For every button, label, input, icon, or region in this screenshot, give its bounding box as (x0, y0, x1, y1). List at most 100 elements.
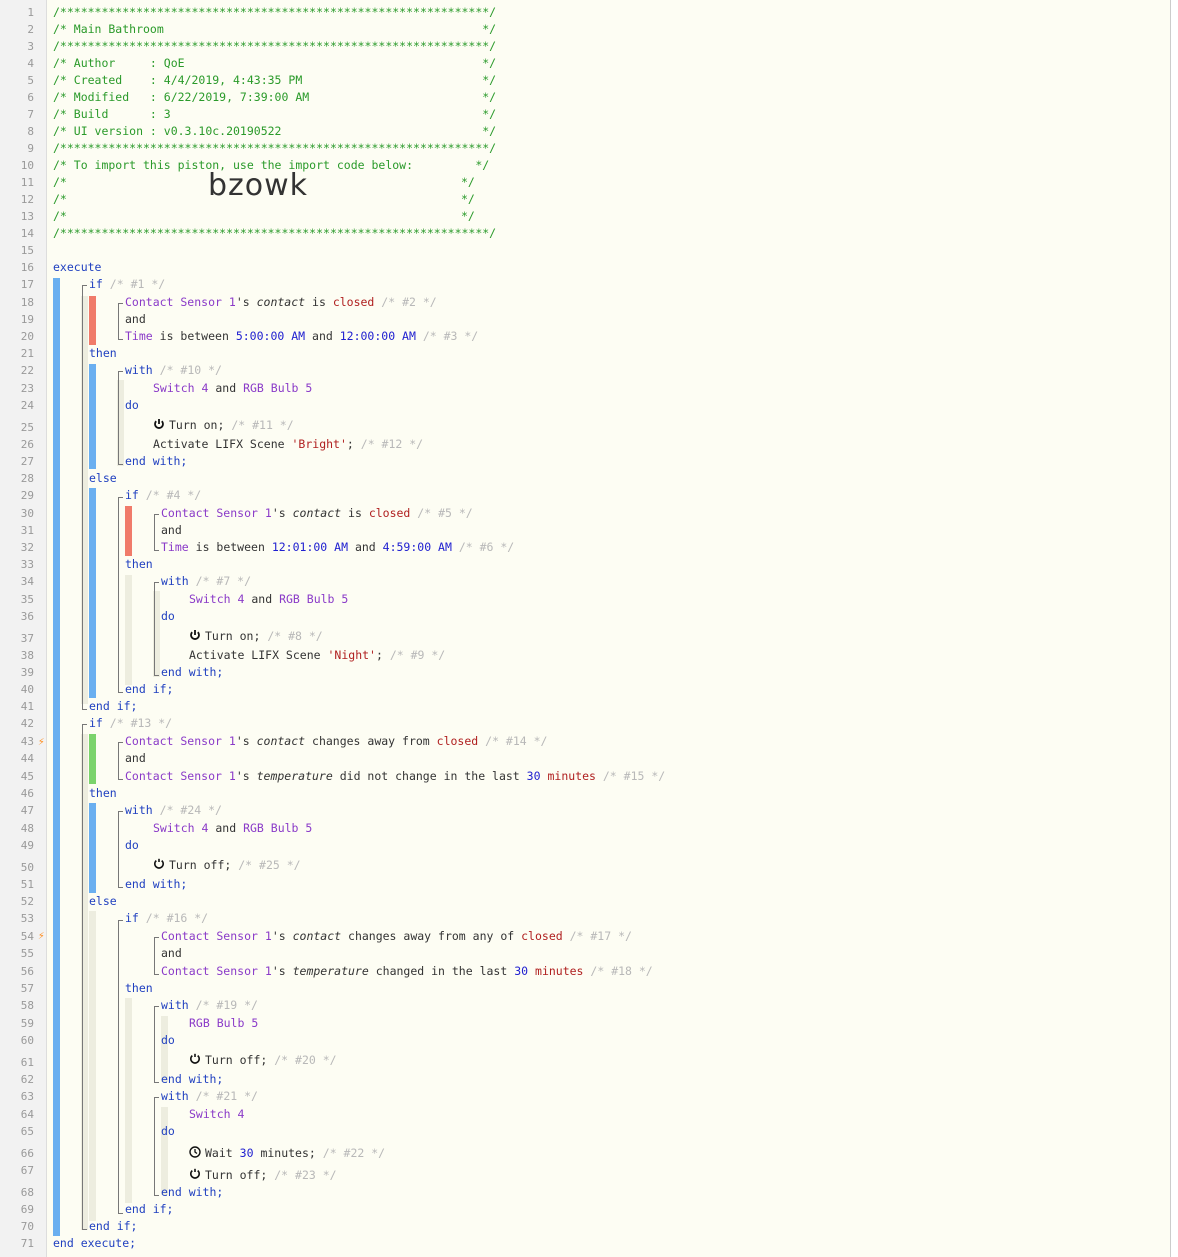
if-statement-13[interactable]: if /* #13 */ (89, 715, 172, 732)
do-keyword[interactable]: do (125, 837, 139, 854)
and-operator[interactable]: and (125, 750, 146, 767)
device-name: Switch (153, 821, 195, 835)
statement-id: /* #1 */ (109, 277, 166, 291)
do-keyword[interactable]: do (161, 1032, 175, 1049)
end-with-keyword[interactable]: end with; (161, 1184, 223, 1201)
possessive: 's (271, 506, 286, 520)
then-keyword[interactable]: then (89, 785, 117, 802)
end-execute-keyword[interactable]: end execute; (53, 1235, 136, 1252)
with-statement-24[interactable]: with /* #24 */ (125, 802, 222, 819)
device-name: Contact Sensor (125, 295, 222, 309)
device-list[interactable]: Switch 4 (189, 1106, 244, 1123)
do-keyword[interactable]: do (161, 608, 175, 625)
possessive: 's (235, 734, 250, 748)
if-keyword: if (125, 488, 139, 502)
end-with-keyword[interactable]: end with; (125, 876, 187, 893)
device-list[interactable]: RGB Bulb 5 (189, 1015, 258, 1032)
operator: changed in the last (375, 964, 508, 978)
end-if-keyword[interactable]: end if; (89, 1218, 137, 1235)
header-created: /* Created : 4/4/2019, 4:43:35 PM */ (53, 73, 497, 87)
task-8[interactable]: Turn on; /* #8 */ (189, 628, 323, 645)
end-with-keyword[interactable]: end with; (161, 1071, 223, 1088)
power-off-icon (190, 1053, 200, 1064)
header-ui-version: /* UI version : v0.3.10c.20190522 */ (53, 124, 497, 138)
condition-2[interactable]: Contact Sensor 1's contact is closed /* … (125, 294, 437, 311)
with-keyword: with (125, 803, 153, 817)
execute-keyword[interactable]: execute (53, 259, 101, 276)
task-25[interactable]: Turn off; /* #25 */ (153, 857, 301, 874)
statement-id: /* #11 */ (231, 418, 294, 432)
and-operator[interactable]: and (125, 311, 146, 328)
device-name: Contact Sensor (161, 506, 258, 520)
task-11[interactable]: Turn on; /* #11 */ (153, 417, 294, 434)
condition-14[interactable]: Contact Sensor 1's contact changes away … (125, 733, 547, 750)
condition-5[interactable]: Contact Sensor 1's contact is closed /* … (161, 505, 473, 522)
else-keyword[interactable]: else (89, 470, 117, 487)
value: closed (436, 734, 479, 748)
do-keyword[interactable]: do (125, 397, 139, 414)
comment-open: /* (53, 209, 67, 223)
end-with-keyword[interactable]: end with; (161, 664, 223, 681)
semicolon: ; (346, 437, 354, 451)
device-name: Switch (189, 1107, 231, 1121)
duration-value: 30 (239, 1146, 254, 1160)
condition-17[interactable]: Contact Sensor 1's contact changes away … (161, 928, 632, 945)
if-statement-1[interactable]: if /* #1 */ (89, 276, 165, 293)
operator: is (312, 295, 326, 309)
piston-editor: 1 2 3 4 5 6 7 8 9 10 11 12 13 14 15 16 17 18 19 20 21 22 23 24 2… (0, 0, 1171, 1257)
with-statement-7[interactable]: with /* #7 */ (161, 573, 251, 590)
with-statement-10[interactable]: with /* #10 */ (125, 362, 222, 379)
value: closed (368, 506, 411, 520)
header-line: /***************************************… (53, 5, 497, 19)
statement-id: /* #3 */ (422, 329, 479, 343)
statement-id: /* #6 */ (458, 540, 515, 554)
condition-15[interactable]: Contact Sensor 1's temperature did not c… (125, 768, 665, 785)
possessive: 's (271, 964, 286, 978)
task-23[interactable]: Turn off; /* #23 */ (189, 1167, 337, 1184)
if-statement-16[interactable]: if /* #16 */ (125, 910, 208, 927)
device-list[interactable]: Switch 4 and RGB Bulb 5 (189, 591, 348, 608)
do-keyword[interactable]: do (161, 1123, 175, 1140)
if-statement-4[interactable]: if /* #4 */ (125, 487, 201, 504)
end-if-keyword[interactable]: end if; (125, 1201, 173, 1218)
statement-id: /* #17 */ (569, 929, 632, 943)
device-list[interactable]: Switch 4 and RGB Bulb 5 (153, 380, 312, 397)
condition-18[interactable]: Contact Sensor 1's temperature changed i… (161, 963, 653, 980)
task-22[interactable]: Wait 30 minutes; /* #22 */ (189, 1145, 385, 1162)
time-keyword: Time (161, 540, 189, 554)
duration-unit: minutes (547, 769, 596, 783)
then-keyword[interactable]: then (125, 980, 153, 997)
end-if-keyword[interactable]: end if; (125, 681, 173, 698)
device-list[interactable]: Switch 4 and RGB Bulb 5 (153, 820, 312, 837)
import-code[interactable]: bzowk (208, 168, 308, 203)
then-keyword[interactable]: then (89, 345, 117, 362)
power-off-icon (190, 1168, 200, 1179)
device-name: RGB Bulb (243, 821, 299, 835)
with-statement-21[interactable]: with /* #21 */ (161, 1088, 258, 1105)
and-operator[interactable]: and (161, 945, 182, 962)
task-20[interactable]: Turn off; /* #20 */ (189, 1052, 337, 1069)
attribute: temperature (292, 964, 369, 978)
condition-3[interactable]: Time is between 5:00:00 AM and 12:00:00 … (125, 328, 478, 345)
else-keyword[interactable]: else (89, 893, 117, 910)
with-keyword: with (161, 998, 189, 1012)
power-on-icon (190, 630, 200, 640)
then-keyword[interactable]: then (125, 556, 153, 573)
operator: and (354, 540, 376, 554)
device-name: RGB Bulb (279, 592, 335, 606)
end-with-keyword[interactable]: end with; (125, 453, 187, 470)
condition-6[interactable]: Time is between 12:01:00 AM and 4:59:00 … (161, 539, 514, 556)
statement-id: /* #25 */ (238, 858, 301, 872)
end-if-keyword[interactable]: end if; (89, 698, 137, 715)
and-operator[interactable]: and (161, 522, 182, 539)
statement-id: /* #12 */ (360, 437, 424, 451)
attribute: temperature (256, 769, 333, 783)
device-name: Switch (189, 592, 231, 606)
statement-id: /* #7 */ (195, 574, 252, 588)
scene-name: 'Bright' (291, 437, 347, 451)
task-12[interactable]: Activate LIFX Scene 'Bright'; /* #12 */ (153, 436, 423, 453)
attribute: contact (292, 506, 342, 520)
device-number: 4 (237, 592, 245, 606)
task-9[interactable]: Activate LIFX Scene 'Night'; /* #9 */ (189, 647, 445, 664)
with-statement-19[interactable]: with /* #19 */ (161, 997, 258, 1014)
